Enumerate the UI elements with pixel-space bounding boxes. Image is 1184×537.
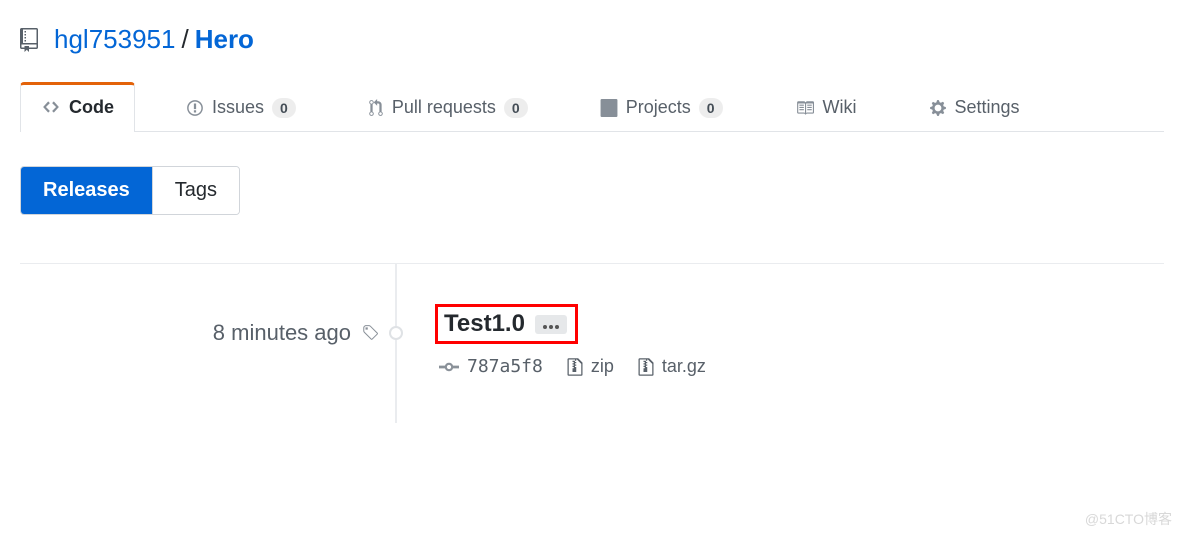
subnav-tags[interactable]: Tags <box>152 167 239 214</box>
asset-label: zip <box>591 356 614 377</box>
watermark: @51CTO博客 <box>1085 509 1172 529</box>
tab-code[interactable]: Code <box>20 82 135 132</box>
repo-name-link[interactable]: Hero <box>195 24 254 55</box>
tab-label: Projects <box>626 97 691 118</box>
commit-link[interactable]: 787a5f8 <box>439 356 543 377</box>
repo-breadcrumb: hgl753951 / Hero <box>20 24 1164 55</box>
asset-label: tar.gz <box>662 356 706 377</box>
code-icon <box>41 98 61 116</box>
tab-issues[interactable]: Issues 0 <box>165 82 317 132</box>
tab-counter: 0 <box>272 98 296 118</box>
tab-label: Wiki <box>823 97 857 118</box>
subnav-releases[interactable]: Releases <box>21 167 152 214</box>
release-timestamp: 8 minutes ago <box>213 320 351 346</box>
release-title[interactable]: Test1.0 <box>444 310 525 338</box>
tab-label: Code <box>69 97 114 118</box>
repo-icon <box>20 28 44 52</box>
releases-tags-switch: Releases Tags <box>20 166 240 215</box>
commit-icon <box>439 359 459 375</box>
timeline-line <box>395 264 397 423</box>
breadcrumb-separator: / <box>181 24 188 55</box>
release-row: 8 minutes ago Test1.0 <box>20 263 1164 423</box>
release-title-highlight: Test1.0 <box>435 304 578 344</box>
book-icon <box>795 99 815 117</box>
file-zip-icon <box>638 357 654 377</box>
file-zip-icon <box>567 357 583 377</box>
ellipsis-icon <box>543 325 559 329</box>
pull-request-icon <box>368 99 384 117</box>
tab-counter: 0 <box>699 98 723 118</box>
issue-icon <box>186 99 204 117</box>
tab-label: Issues <box>212 97 264 118</box>
tab-label: Pull requests <box>392 97 496 118</box>
timeline-dot <box>389 326 403 340</box>
gear-icon <box>929 99 947 117</box>
tab-label: Settings <box>955 97 1020 118</box>
download-targz-link[interactable]: tar.gz <box>638 356 706 377</box>
tab-counter: 0 <box>504 98 528 118</box>
tab-settings[interactable]: Settings <box>908 82 1041 132</box>
commit-sha: 787a5f8 <box>467 356 543 377</box>
tag-icon <box>361 324 379 342</box>
tab-wiki[interactable]: Wiki <box>774 82 878 132</box>
download-zip-link[interactable]: zip <box>567 356 614 377</box>
repo-owner-link[interactable]: hgl753951 <box>54 24 175 55</box>
expand-release-button[interactable] <box>535 315 567 334</box>
tab-pull-requests[interactable]: Pull requests 0 <box>347 82 549 132</box>
tab-projects[interactable]: Projects 0 <box>579 82 744 132</box>
repo-tabs: Code Issues 0 Pull requests 0 Projects 0 <box>20 81 1164 132</box>
project-icon <box>600 99 618 117</box>
